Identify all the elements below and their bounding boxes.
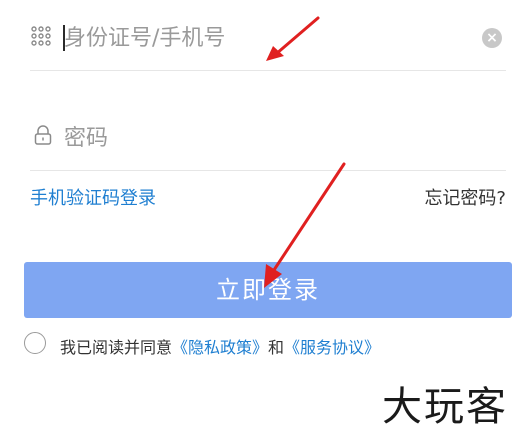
forgot-password-link[interactable]: 忘记密码? — [424, 184, 506, 210]
link-row: 手机验证码登录 忘记密码? — [30, 182, 506, 212]
password-field — [30, 100, 506, 171]
password-input[interactable] — [64, 118, 464, 158]
account-field: × — [30, 0, 506, 71]
text-caret — [63, 25, 65, 51]
keypad-icon — [31, 26, 51, 46]
login-button[interactable]: 立即登录 — [24, 262, 512, 318]
login-page: × 手机验证码登录 忘记密码? 立即登录 我已阅读并同意《隐私政策》和《服务协议… — [0, 0, 523, 432]
agreement-conjunction: 和 — [268, 338, 285, 357]
service-agreement-link[interactable]: 《服务协议》 — [284, 338, 380, 357]
agreement-checkbox[interactable] — [24, 332, 46, 354]
watermark-logo: 大玩客 — [382, 384, 508, 430]
clear-icon[interactable]: × — [482, 28, 502, 48]
sms-login-link[interactable]: 手机验证码登录 — [30, 184, 156, 210]
agreement-text: 我已阅读并同意《隐私政策》和《服务协议》 — [60, 334, 380, 358]
privacy-policy-link[interactable]: 《隐私政策》 — [172, 338, 268, 357]
agreement-prefix: 我已阅读并同意 — [60, 338, 173, 357]
agreement-row: 我已阅读并同意《隐私政策》和《服务协议》 — [24, 332, 504, 358]
lock-icon — [34, 125, 52, 145]
account-input[interactable] — [64, 18, 464, 58]
